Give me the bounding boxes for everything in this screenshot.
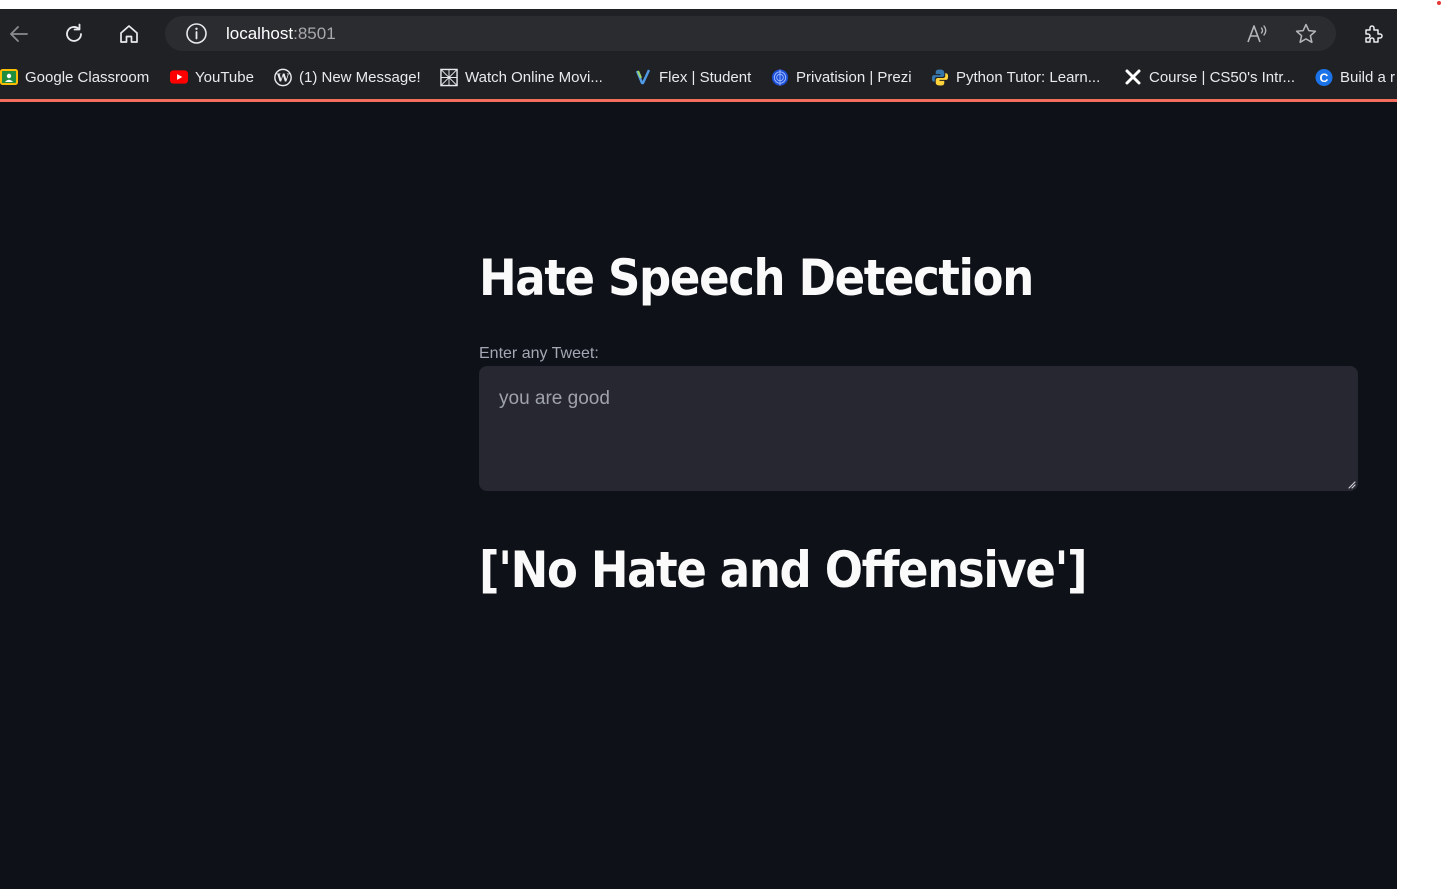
extensions-button[interactable] (1356, 17, 1390, 51)
bookmark-google-classroom[interactable]: Google Classroom (0, 67, 149, 87)
reload-icon (66, 23, 82, 42)
page-title: Hate Speech Detection (479, 249, 1034, 307)
prezi-icon (771, 68, 789, 86)
site-info-icon[interactable] (185, 22, 208, 45)
bookmark-python-tutor[interactable]: Python Tutor: Learn... (931, 67, 1100, 87)
bookmark-cs50-course[interactable]: Course | CS50's Intr... (1124, 67, 1295, 87)
corner-marker (1437, 1, 1441, 5)
youtube-icon (170, 68, 188, 86)
svg-text:W: W (276, 70, 290, 84)
bookmark-label: YouTube (195, 68, 254, 86)
tweet-input-label: Enter any Tweet: (479, 345, 599, 362)
bookmark-build[interactable]: C Build a r (1315, 67, 1395, 87)
tweet-input[interactable]: you are good (479, 366, 1358, 491)
window-top-edge (0, 0, 1397, 9)
x-icon (1124, 68, 1142, 86)
wordpress-icon: W (274, 68, 292, 86)
bookmarks-bar: Google Classroom YouTube W (1) New Messa… (0, 57, 1397, 102)
bookmark-wordpress[interactable]: W (1) New Message! (274, 67, 421, 87)
bookmark-label: Python Tutor: Learn... (956, 68, 1101, 86)
google-classroom-icon (0, 68, 18, 86)
extensions-icon (1365, 25, 1383, 43)
bookmark-label: Build a r (1340, 68, 1396, 86)
reload-button[interactable] (57, 17, 91, 51)
back-arrow-icon (10, 26, 28, 42)
movie-site-icon (440, 68, 458, 86)
bookmark-label: Flex | Student (659, 68, 752, 86)
address-bar[interactable]: localhost:8501 (165, 16, 1336, 51)
bookmark-prezi[interactable]: Privatision | Prezi (771, 67, 912, 87)
flex-icon (634, 68, 652, 86)
bookmark-label: Watch Online Movi... (465, 68, 603, 86)
resize-handle-icon[interactable] (1346, 479, 1356, 489)
bookmark-label: (1) New Message! (299, 68, 421, 86)
address-port: :8501 (293, 24, 336, 43)
home-button[interactable] (112, 17, 146, 51)
svg-text:C: C (1320, 70, 1329, 84)
browser-toolbar: localhost:8501 (0, 9, 1397, 57)
bookmark-watch-online-movies[interactable]: Watch Online Movi... (440, 67, 603, 87)
bookmark-label: Google Classroom (25, 68, 150, 86)
browser-window: localhost:8501 Google Classroom YouTube … (0, 9, 1397, 889)
bookmark-label: Course | CS50's Intr... (1149, 68, 1295, 86)
home-icon (120, 25, 138, 43)
bookmark-label: Privatision | Prezi (796, 68, 912, 86)
read-aloud-icon[interactable] (1245, 23, 1269, 45)
prediction-result: ['No Hate and Offensive'] (479, 541, 1088, 599)
favorite-star-icon[interactable] (1294, 22, 1318, 46)
address-host: localhost (226, 24, 294, 43)
address-text[interactable]: localhost:8501 (226, 24, 336, 44)
python-icon (931, 68, 949, 86)
bookmark-flex-student[interactable]: Flex | Student (634, 67, 751, 87)
bookmark-youtube[interactable]: YouTube (170, 67, 254, 87)
c-icon: C (1315, 68, 1333, 86)
back-button[interactable] (2, 17, 36, 51)
